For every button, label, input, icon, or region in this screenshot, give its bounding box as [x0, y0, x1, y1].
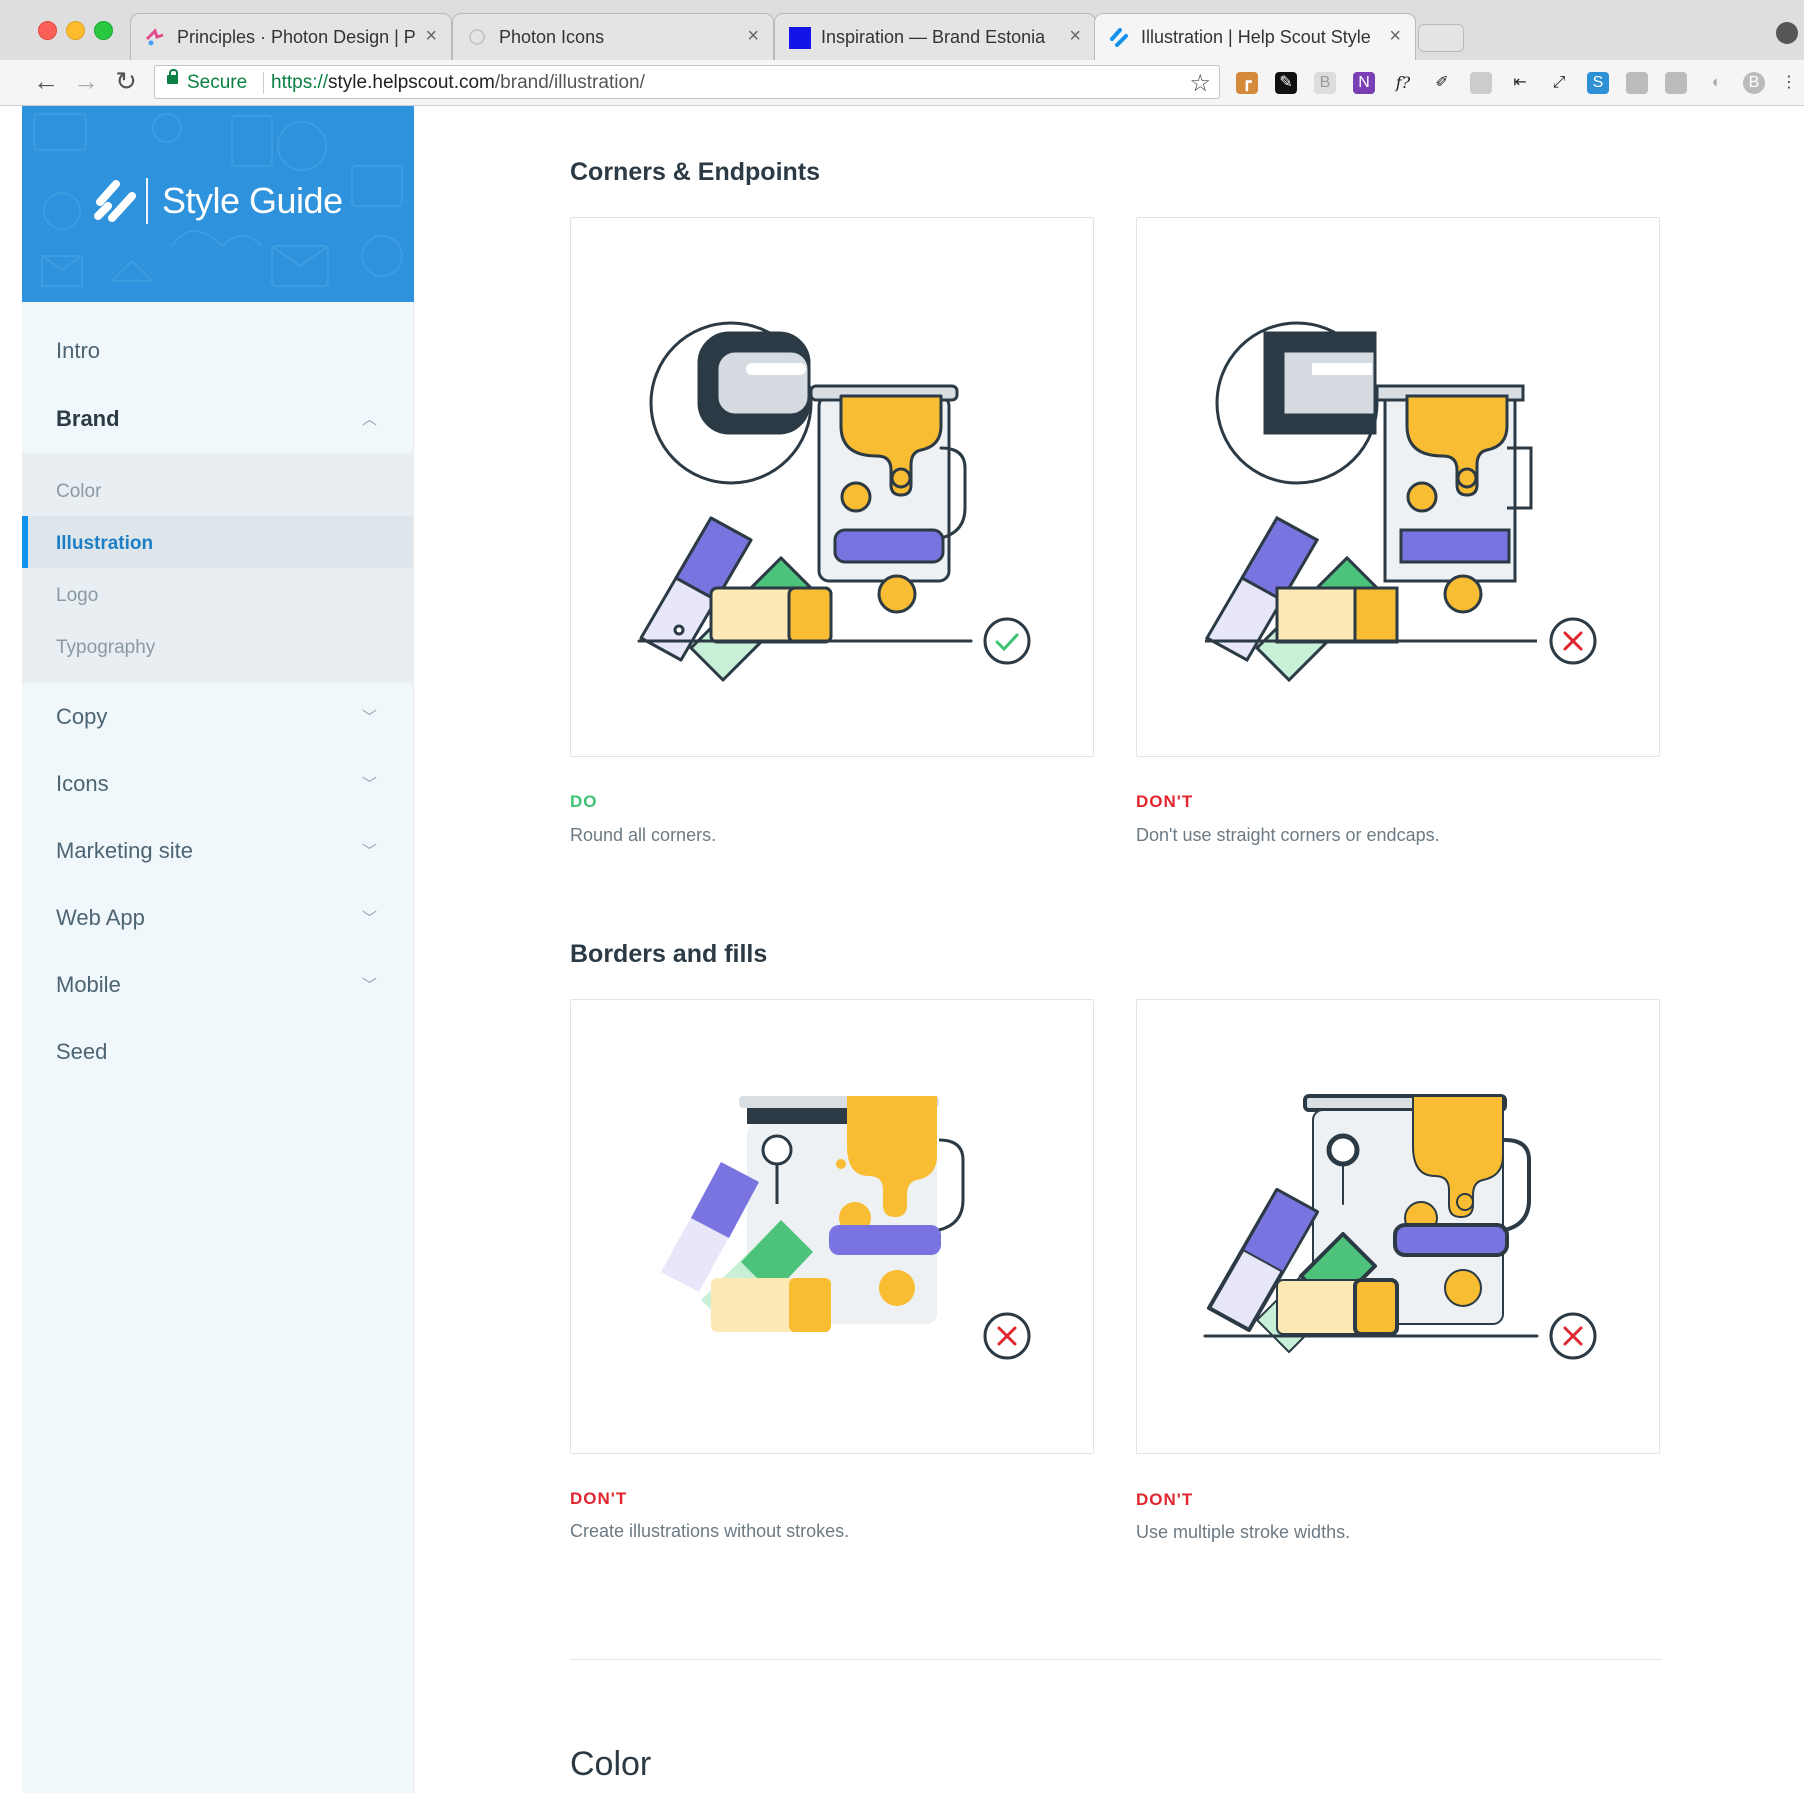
sidebar-item-color[interactable]: Color	[56, 481, 101, 503]
browser-toolbar: ← → ↻ Secure https://style.helpscout.com…	[0, 60, 1804, 106]
sidebar-item-mobile[interactable]: Mobile	[56, 972, 121, 998]
url-scheme: https://	[271, 72, 329, 93]
sidebar-item-copy[interactable]: Copy	[56, 704, 107, 730]
extension-megaphone-icon[interactable]: ◖	[1704, 72, 1726, 94]
sidebar-item-logo[interactable]: Logo	[56, 585, 98, 607]
sidebar-item-brand[interactable]: Brand	[56, 406, 120, 432]
sidebar: Style Guide Intro Brand ︿ Color Illustra…	[22, 106, 414, 1793]
verdict-do-label: DO	[570, 792, 598, 811]
tab-title: Photon Icons	[499, 27, 605, 47]
back-icon[interactable]: ←	[30, 66, 62, 97]
example-card-no-strokes	[570, 999, 1094, 1454]
lock-icon	[167, 69, 178, 84]
tab-photon-icons[interactable]: Photon Icons ×	[452, 13, 774, 61]
chevron-down-icon[interactable]: ﹀	[362, 840, 377, 861]
address-bar[interactable]: Secure https://style.helpscout.com/brand…	[154, 65, 1220, 99]
section-title-borders: Borders and fills	[570, 940, 768, 968]
extension-grid-icon[interactable]	[1470, 72, 1492, 94]
verdict-dont-label: DON'T	[570, 1489, 628, 1508]
extension-expand-icon[interactable]: ⤢	[1548, 72, 1570, 94]
url-text[interactable]: https://style.helpscout.com/brand/illust…	[271, 72, 645, 94]
chevron-down-icon[interactable]: ﹀	[362, 974, 377, 995]
url-host: style.helpscout.com	[328, 72, 495, 93]
extension-b-icon[interactable]: B	[1314, 72, 1336, 94]
estonia-favicon-icon	[789, 27, 811, 49]
forward-icon[interactable]: →	[70, 66, 102, 97]
sidebar-item-web-app[interactable]: Web App	[56, 905, 145, 931]
chevron-down-icon[interactable]: ﹀	[362, 907, 377, 928]
example-card-multiple-strokes	[1136, 999, 1660, 1454]
x-badge-icon	[1549, 617, 1597, 665]
paint-bucket-illustration	[1203, 1094, 1597, 1360]
paint-bucket-illustration	[661, 1096, 1031, 1360]
extension-screenshot-icon[interactable]: S	[1587, 72, 1609, 94]
extension-onenote-icon[interactable]: N	[1353, 72, 1375, 94]
check-badge-icon	[983, 617, 1031, 665]
active-item-indicator	[22, 516, 28, 568]
sidebar-title: Style Guide	[162, 180, 343, 221]
tab-title: Inspiration — Brand Estonia	[821, 27, 1046, 47]
minimize-window-button[interactable]	[66, 21, 85, 40]
browser-chrome: Principles · Photon Design | Ph × Photon…	[0, 0, 1804, 106]
menu-icon[interactable]: ⋮	[1778, 72, 1800, 94]
url-path: /brand/illustration/	[494, 72, 645, 93]
example-description: Round all corners.	[570, 825, 717, 845]
chevron-down-icon[interactable]: ﹀	[362, 706, 377, 727]
reload-icon[interactable]: ↻	[110, 66, 142, 97]
extension-chart-icon[interactable]	[1665, 72, 1687, 94]
sidebar-item-typography[interactable]: Typography	[56, 637, 155, 659]
tab-principles[interactable]: Principles · Photon Design | Ph ×	[130, 13, 452, 61]
close-tab-icon[interactable]: ×	[747, 25, 759, 48]
example-description: Don't use straight corners or endcaps.	[1136, 825, 1440, 845]
extension-circle-b-icon[interactable]: B	[1743, 72, 1765, 94]
x-badge-icon	[983, 1312, 1031, 1360]
loading-favicon-icon	[469, 29, 485, 45]
chevron-up-icon[interactable]: ︿	[362, 408, 377, 429]
extension-pen-icon[interactable]: ✎	[1275, 72, 1297, 94]
logo-divider	[146, 178, 148, 224]
x-badge-icon	[1549, 1312, 1597, 1360]
close-window-button[interactable]	[38, 21, 57, 40]
example-card-round-corners	[570, 217, 1094, 757]
sidebar-item-icons[interactable]: Icons	[56, 771, 109, 797]
tab-strip: Principles · Photon Design | Ph × Photon…	[0, 0, 1804, 63]
section-title-color: Color	[570, 1745, 652, 1783]
verdict-dont-label: DON'T	[1136, 1490, 1194, 1509]
extension-pin-icon[interactable]: ┏	[1236, 72, 1258, 94]
extension-dropper-icon[interactable]: ✐	[1431, 72, 1453, 94]
extension-gray-icon[interactable]	[1626, 72, 1648, 94]
profile-icon[interactable]	[1776, 22, 1798, 44]
tab-title: Illustration | Help Scout Style G	[1141, 27, 1371, 47]
extension-font-icon[interactable]: f?	[1392, 72, 1414, 94]
helpscout-favicon-icon	[1110, 28, 1128, 47]
bookmark-star-icon[interactable]: ☆	[1189, 69, 1211, 98]
chevron-down-icon[interactable]: ﹀	[362, 773, 377, 794]
example-description: Use multiple stroke widths.	[1136, 1522, 1351, 1542]
section-divider	[570, 1659, 1662, 1660]
sidebar-item-marketing-site[interactable]: Marketing site	[56, 838, 193, 864]
tab-title: Principles · Photon Design | Ph	[177, 27, 417, 47]
example-description: Create illustrations without strokes.	[570, 1521, 850, 1541]
close-tab-icon[interactable]: ×	[425, 25, 437, 48]
helpscout-logo-icon	[94, 180, 136, 222]
paint-bucket-illustration	[1204, 321, 1597, 683]
sidebar-header[interactable]: Style Guide	[22, 106, 414, 302]
omnibox-separator	[263, 72, 264, 94]
section-title-corners: Corners & Endpoints	[570, 158, 821, 186]
sidebar-item-intro[interactable]: Intro	[56, 338, 100, 364]
example-card-straight-corners	[1136, 217, 1660, 757]
tab-illustration[interactable]: Illustration | Help Scout Style G ×	[1094, 13, 1416, 63]
extension-cursor-icon[interactable]: ⇤	[1509, 72, 1531, 94]
close-tab-icon[interactable]: ×	[1389, 25, 1401, 48]
secure-label: Secure	[187, 72, 248, 93]
paint-bucket-illustration	[637, 321, 1031, 682]
tab-brand-estonia[interactable]: Inspiration — Brand Estonia ×	[774, 13, 1096, 61]
close-tab-icon[interactable]: ×	[1069, 25, 1081, 48]
sidebar-item-illustration[interactable]: Illustration	[56, 533, 153, 555]
new-tab-button[interactable]	[1418, 24, 1464, 52]
sidebar-item-seed[interactable]: Seed	[56, 1039, 107, 1065]
photon-favicon-icon	[145, 28, 164, 46]
zoom-window-button[interactable]	[94, 21, 113, 40]
verdict-dont-label: DON'T	[1136, 792, 1194, 811]
